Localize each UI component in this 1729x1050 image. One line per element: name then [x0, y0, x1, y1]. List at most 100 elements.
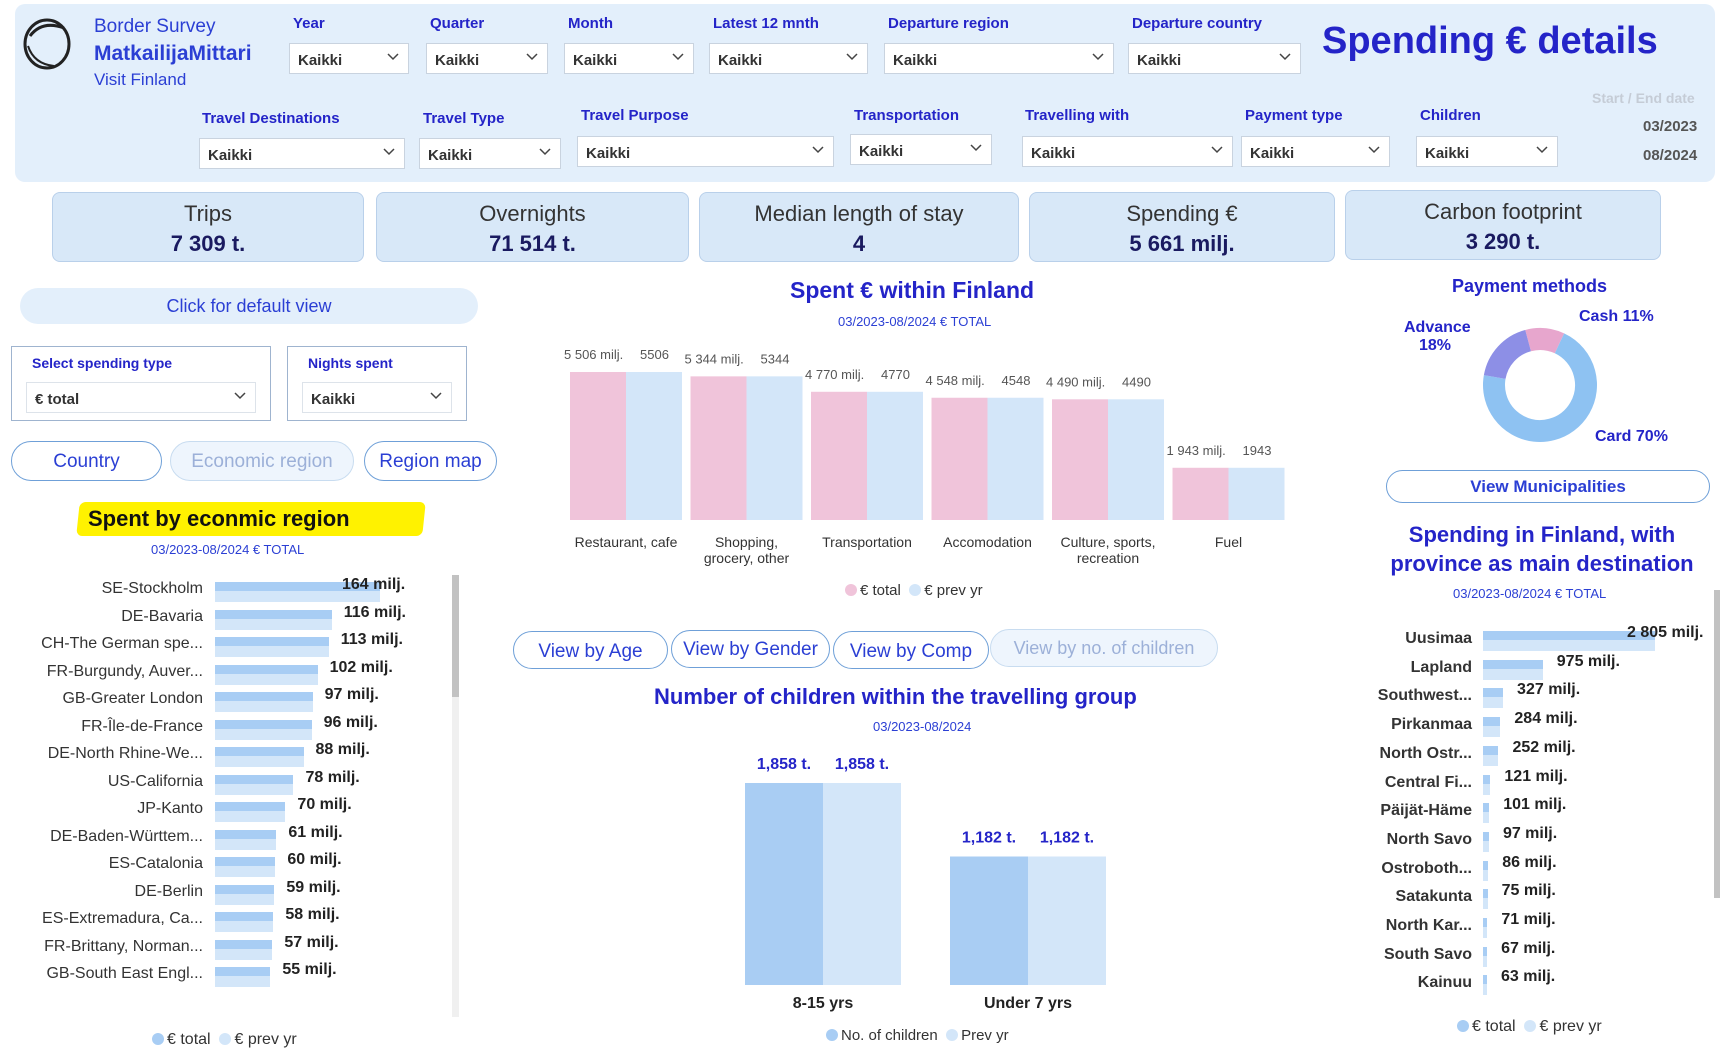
legend-total: € total [860, 582, 901, 599]
bar-total [1483, 803, 1490, 813]
econ-chart-scrollbar[interactable] [452, 575, 459, 1017]
province-chart: Uusimaa 2 805 milj. Lapland 975 milj. Southw… [1360, 620, 1722, 1000]
end-date[interactable]: 08/2024 [1643, 147, 1697, 164]
children-chart-title: Number of children within the travelling… [654, 684, 1137, 709]
view-by-gender-button[interactable]: View by Gender [671, 630, 830, 668]
legend-total: € total [167, 1031, 211, 1048]
bar-value-label: 55 milj. [282, 961, 337, 978]
province-title-line2: province as main destination [1390, 551, 1694, 576]
econ-region-chart-title: Spent by econmic region [88, 506, 350, 531]
spending-type-dropdown[interactable]: € total [26, 382, 256, 413]
bar-total [1172, 467, 1229, 520]
bar-value-label: 57 milj. [284, 933, 339, 951]
bar-category-label: JP-Kanto [137, 800, 203, 817]
spent-finland-chart: 5 506 milj. 5506 Restaurant, cafe 5 344 mil… [564, 347, 1285, 566]
bar-value-label: 4 548 milj. [926, 373, 985, 388]
bar-total [215, 857, 276, 866]
travel-purpose-label: Travel Purpose [581, 107, 689, 124]
bar-value-label: 252 milj. [1512, 738, 1576, 756]
bar-category-label: US-California [107, 772, 203, 790]
bar-category-label: DE-Bavaria [121, 607, 203, 625]
payment-type-dropdown[interactable]: Kaikki [1241, 136, 1390, 167]
bar-value-label: 78 milj. [305, 768, 360, 786]
kpi-spending: Spending € 5 661 milj. [1029, 192, 1335, 262]
view-by-age-button[interactable]: View by Age [513, 631, 668, 669]
chevron-down-icon [526, 53, 538, 61]
bar-category-label: FR-Île-de-France [81, 717, 203, 735]
month-dropdown[interactable]: Kaikki [564, 43, 694, 74]
departure-region-value: Kaikki [893, 52, 938, 69]
bar-category-label: North Ostr... [1379, 744, 1472, 762]
quarter-dropdown[interactable]: Kaikki [426, 43, 548, 74]
bar-total [1483, 918, 1488, 927]
bar-value-label: 67 milj. [1501, 939, 1556, 957]
bar-category-label: Lapland [1410, 658, 1472, 676]
spending-type-label: Select spending type [32, 355, 173, 371]
default-view-button[interactable]: Click for default view [20, 288, 478, 324]
bar-category-label: South Savo [1383, 945, 1472, 963]
children-dropdown[interactable]: Kaikki [1416, 136, 1558, 167]
payment-type-label: Payment type [1245, 107, 1343, 124]
bar-value-label: 164 milj. [342, 576, 406, 593]
travel-type-dropdown[interactable]: Kaikki [419, 138, 561, 169]
bar-value-label: 4770 [881, 367, 910, 382]
kpi-title: Overnights [479, 201, 586, 226]
bar-category-label: ES-Extremadura, Ca... [42, 910, 203, 927]
bar-prev-yr [746, 376, 803, 520]
travel-purpose-dropdown[interactable]: Kaikki [577, 136, 834, 167]
bar-total [1483, 831, 1489, 841]
advance-pct: 18% [1418, 337, 1452, 354]
view-by-comp-button[interactable]: View by Comp [833, 631, 989, 669]
view-by-children-button[interactable]: View by no. of children [990, 629, 1218, 667]
legend-prev: € prev yr [1539, 1018, 1602, 1035]
chevron-down-icon [1211, 146, 1223, 154]
transportation-label: Transportation [854, 107, 960, 124]
kpi-title: Spending € [1126, 201, 1238, 226]
region-map-toggle-button[interactable]: Region map [364, 441, 497, 481]
bar-value-label: 63 milj. [1501, 968, 1556, 986]
bar-prev-yr [1108, 399, 1164, 520]
bar-value-label: 97 milj. [324, 686, 379, 703]
country-toggle-button[interactable]: Country [11, 441, 162, 481]
departure-region-dropdown[interactable]: Kaikki [884, 43, 1114, 74]
scrollbar-thumb[interactable] [452, 575, 459, 697]
bar-value-label: 2 805 milj. [1627, 624, 1704, 641]
transportation-dropdown[interactable]: Kaikki [850, 134, 992, 165]
travelling-with-dropdown[interactable]: Kaikki [1022, 136, 1233, 167]
category-label: 8-15 yrs [793, 995, 854, 1012]
legend-prev: Prev yr [961, 1027, 1009, 1044]
payment-cash-label: Cash 11% [1579, 308, 1654, 325]
bar-value-label: 70 milj. [297, 796, 352, 813]
departure-region-label: Departure region [888, 15, 1009, 32]
bar-category-label: North Savo [1386, 830, 1472, 848]
bar-total [215, 719, 312, 729]
departure-country-value: Kaikki [1137, 52, 1182, 69]
province-chart-scrollbar[interactable] [1714, 590, 1721, 898]
scrollbar-thumb[interactable] [1714, 590, 1720, 898]
bar-prev-yr [1228, 467, 1285, 520]
nights-spent-dropdown[interactable]: Kaikki [302, 382, 452, 413]
bar-total [570, 372, 626, 520]
bar-total [1483, 860, 1489, 870]
travel-type-value: Kaikki [428, 147, 473, 164]
bar-category-label: Kainuu [1417, 974, 1472, 992]
view-municipalities-button[interactable]: View Municipalities [1386, 470, 1710, 503]
spending-type-slicer: Select spending type € total [11, 346, 271, 421]
payment-advance-label: Advance 18% [1404, 319, 1471, 355]
bar-category-label: Satakunta [1395, 888, 1472, 906]
year-dropdown[interactable]: Kaikki [289, 43, 409, 74]
bar-value-label: 88 milj. [315, 741, 370, 758]
economic-region-toggle-button[interactable]: Economic region [170, 441, 354, 481]
travel-destinations-dropdown[interactable]: Kaikki [199, 138, 405, 169]
legend-dot-prev [219, 1033, 232, 1045]
bar-value-label: 116 milj. [343, 603, 406, 621]
bar-total [1483, 659, 1543, 669]
category-label: Culture, sports, [1061, 534, 1156, 550]
start-date[interactable]: 03/2023 [1643, 118, 1697, 135]
month-dropdown-value: Kaikki [573, 52, 618, 69]
bar-value-label: 327 milj. [1517, 681, 1581, 699]
transportation-value: Kaikki [859, 143, 904, 160]
legend-dot-prev [909, 584, 922, 596]
departure-country-dropdown[interactable]: Kaikki [1128, 43, 1301, 74]
latest12-dropdown[interactable]: Kaikki [709, 43, 868, 74]
